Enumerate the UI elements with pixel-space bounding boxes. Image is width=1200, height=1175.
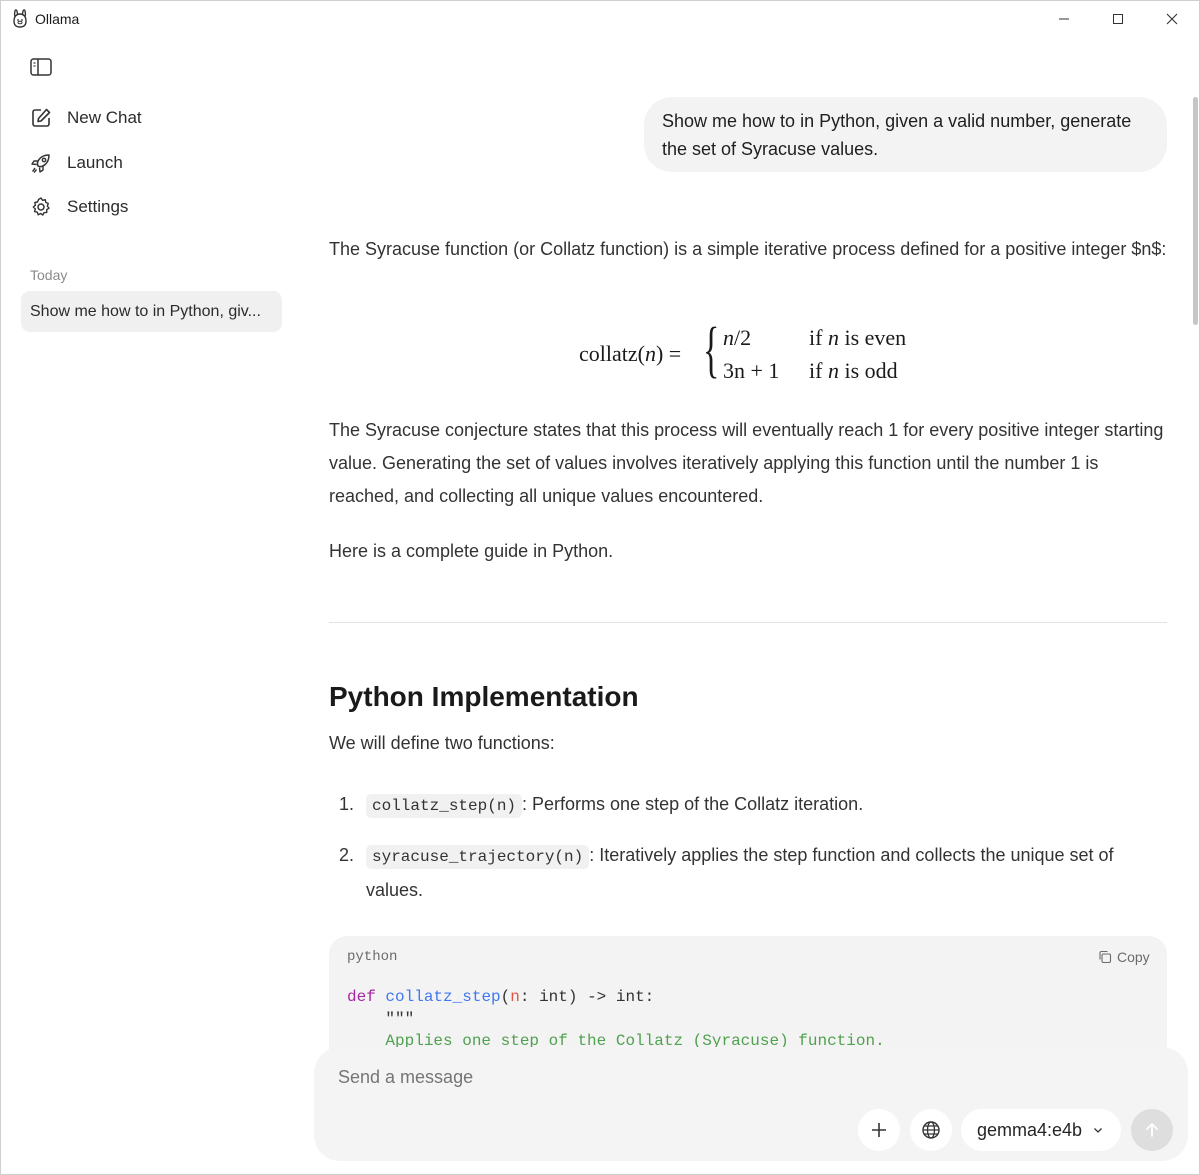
app-window: Ollama New Chat Launch Settings Today Sh… <box>0 0 1200 1175</box>
maximize-icon <box>1113 14 1123 24</box>
model-selector[interactable]: gemma4:e4b <box>961 1109 1121 1151</box>
close-button[interactable] <box>1145 1 1199 37</box>
edit-icon <box>30 107 52 129</box>
guide-intro: Here is a complete guide in Python. <box>329 541 614 561</box>
new-chat-label: New Chat <box>67 108 142 127</box>
gear-icon <box>30 196 52 218</box>
app-title: Ollama <box>35 11 80 27</box>
scrollbar-thumb[interactable] <box>1193 97 1198 325</box>
section-heading: Python Implementation <box>329 681 639 712</box>
sidebar: New Chat Launch Settings Today Show me h… <box>1 37 299 1174</box>
code-function-name: collatz_step <box>385 988 501 1006</box>
minimize-icon <box>1059 18 1069 20</box>
list-body: syracuse_trajectory(n): Iteratively appl… <box>366 839 1166 907</box>
launch-button[interactable]: Launch <box>21 143 283 183</box>
copy-icon <box>1098 950 1112 964</box>
code-signature: : int) -> int: <box>519 988 655 1006</box>
ollama-logo-icon <box>11 9 29 29</box>
user-message: Show me how to in Python, given a valid … <box>644 97 1167 172</box>
formula-case-2-cond: if n is odd <box>809 358 898 383</box>
code-paren: ( <box>500 988 511 1006</box>
define-intro: We will define two functions: <box>329 733 555 753</box>
arrow-up-icon <box>1146 1123 1158 1137</box>
title-bar: Ollama <box>1 1 1199 37</box>
today-section-label: Today <box>30 267 68 283</box>
web-search-button[interactable] <box>910 1109 952 1151</box>
inline-code: syracuse_trajectory(n) <box>366 845 590 869</box>
send-button[interactable] <box>1131 1109 1173 1151</box>
copy-label: Copy <box>1117 949 1150 965</box>
code-language: python <box>347 949 398 965</box>
launch-label: Launch <box>67 153 123 172</box>
globe-icon <box>922 1121 940 1139</box>
copy-button[interactable]: Copy <box>1098 949 1150 965</box>
list-number: 1. <box>339 794 355 814</box>
sidebar-toggle-icon <box>30 58 52 76</box>
assistant-intro: The Syracuse function (or Collatz functi… <box>329 239 1167 259</box>
close-icon <box>1166 13 1178 25</box>
code-content: def collatz_step(n: int) -> int: """ App… <box>347 986 885 1052</box>
message-composer: gemma4:e4b <box>314 1047 1188 1161</box>
conversation-panel: Show me how to in Python, given a valid … <box>299 37 1189 1174</box>
message-input[interactable] <box>338 1067 1138 1088</box>
new-chat-button[interactable]: New Chat <box>21 98 283 138</box>
maximize-button[interactable] <box>1091 1 1145 37</box>
code-line: """ <box>347 1010 415 1028</box>
code-line: def collatz_step(n: int) -> int: <box>347 986 885 1008</box>
plus-icon <box>872 1123 886 1137</box>
list-body: collatz_step(n): Performs one step of th… <box>366 788 1166 823</box>
model-name: gemma4:e4b <box>977 1119 1083 1140</box>
chat-history-item[interactable]: Show me how to in Python, giv... <box>21 291 282 332</box>
conjecture-paragraph: The Syracuse conjecture states that this… <box>329 420 1164 506</box>
add-attachment-button[interactable] <box>858 1109 900 1151</box>
list-number: 2. <box>339 845 355 865</box>
chevron-down-icon <box>1094 1128 1103 1133</box>
collatz-formula: collatz(n) = { n/2 if n is even 3n + 1 i… <box>579 317 939 391</box>
formula-case-2-expr: 3n + 1 <box>723 358 780 383</box>
formula-brace: { <box>703 316 720 384</box>
section-divider <box>329 622 1167 623</box>
list-text: : Performs one step of the Collatz itera… <box>522 794 864 814</box>
rocket-icon <box>30 152 52 174</box>
settings-label: Settings <box>67 197 129 216</box>
formula-lhs: collatz(n) = <box>579 341 682 366</box>
settings-button[interactable]: Settings <box>21 187 283 227</box>
minimize-button[interactable] <box>1037 1 1091 37</box>
inline-code: collatz_step(n) <box>366 794 523 818</box>
code-keyword: def <box>347 988 376 1006</box>
sidebar-toggle-button[interactable] <box>29 55 53 79</box>
formula-case-1-cond: if n is even <box>809 325 907 350</box>
code-param: n <box>510 988 520 1006</box>
formula-case-1-expr: n/2 <box>723 325 752 350</box>
